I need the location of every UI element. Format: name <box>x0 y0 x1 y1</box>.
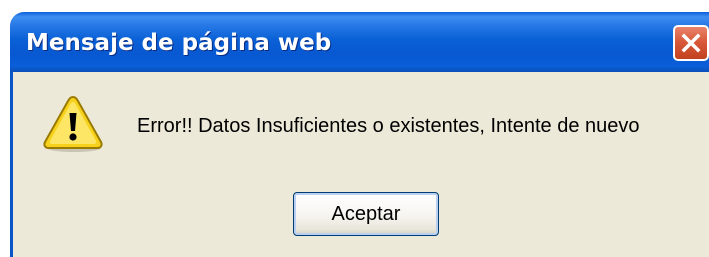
error-message: Error!! Datos Insuficientes o existentes… <box>137 115 640 137</box>
dialog-title: Mensaje de página web <box>26 30 332 56</box>
close-icon <box>681 33 701 53</box>
close-button[interactable] <box>673 25 709 61</box>
dialog-body: Error!! Datos Insuficientes o existentes… <box>10 72 709 257</box>
warning-icon <box>43 95 103 152</box>
message-dialog: Mensaje de página web Error!! Datos Insu… <box>0 0 709 257</box>
title-bar[interactable]: Mensaje de página web <box>10 12 709 72</box>
ok-button[interactable]: Aceptar <box>293 192 439 236</box>
